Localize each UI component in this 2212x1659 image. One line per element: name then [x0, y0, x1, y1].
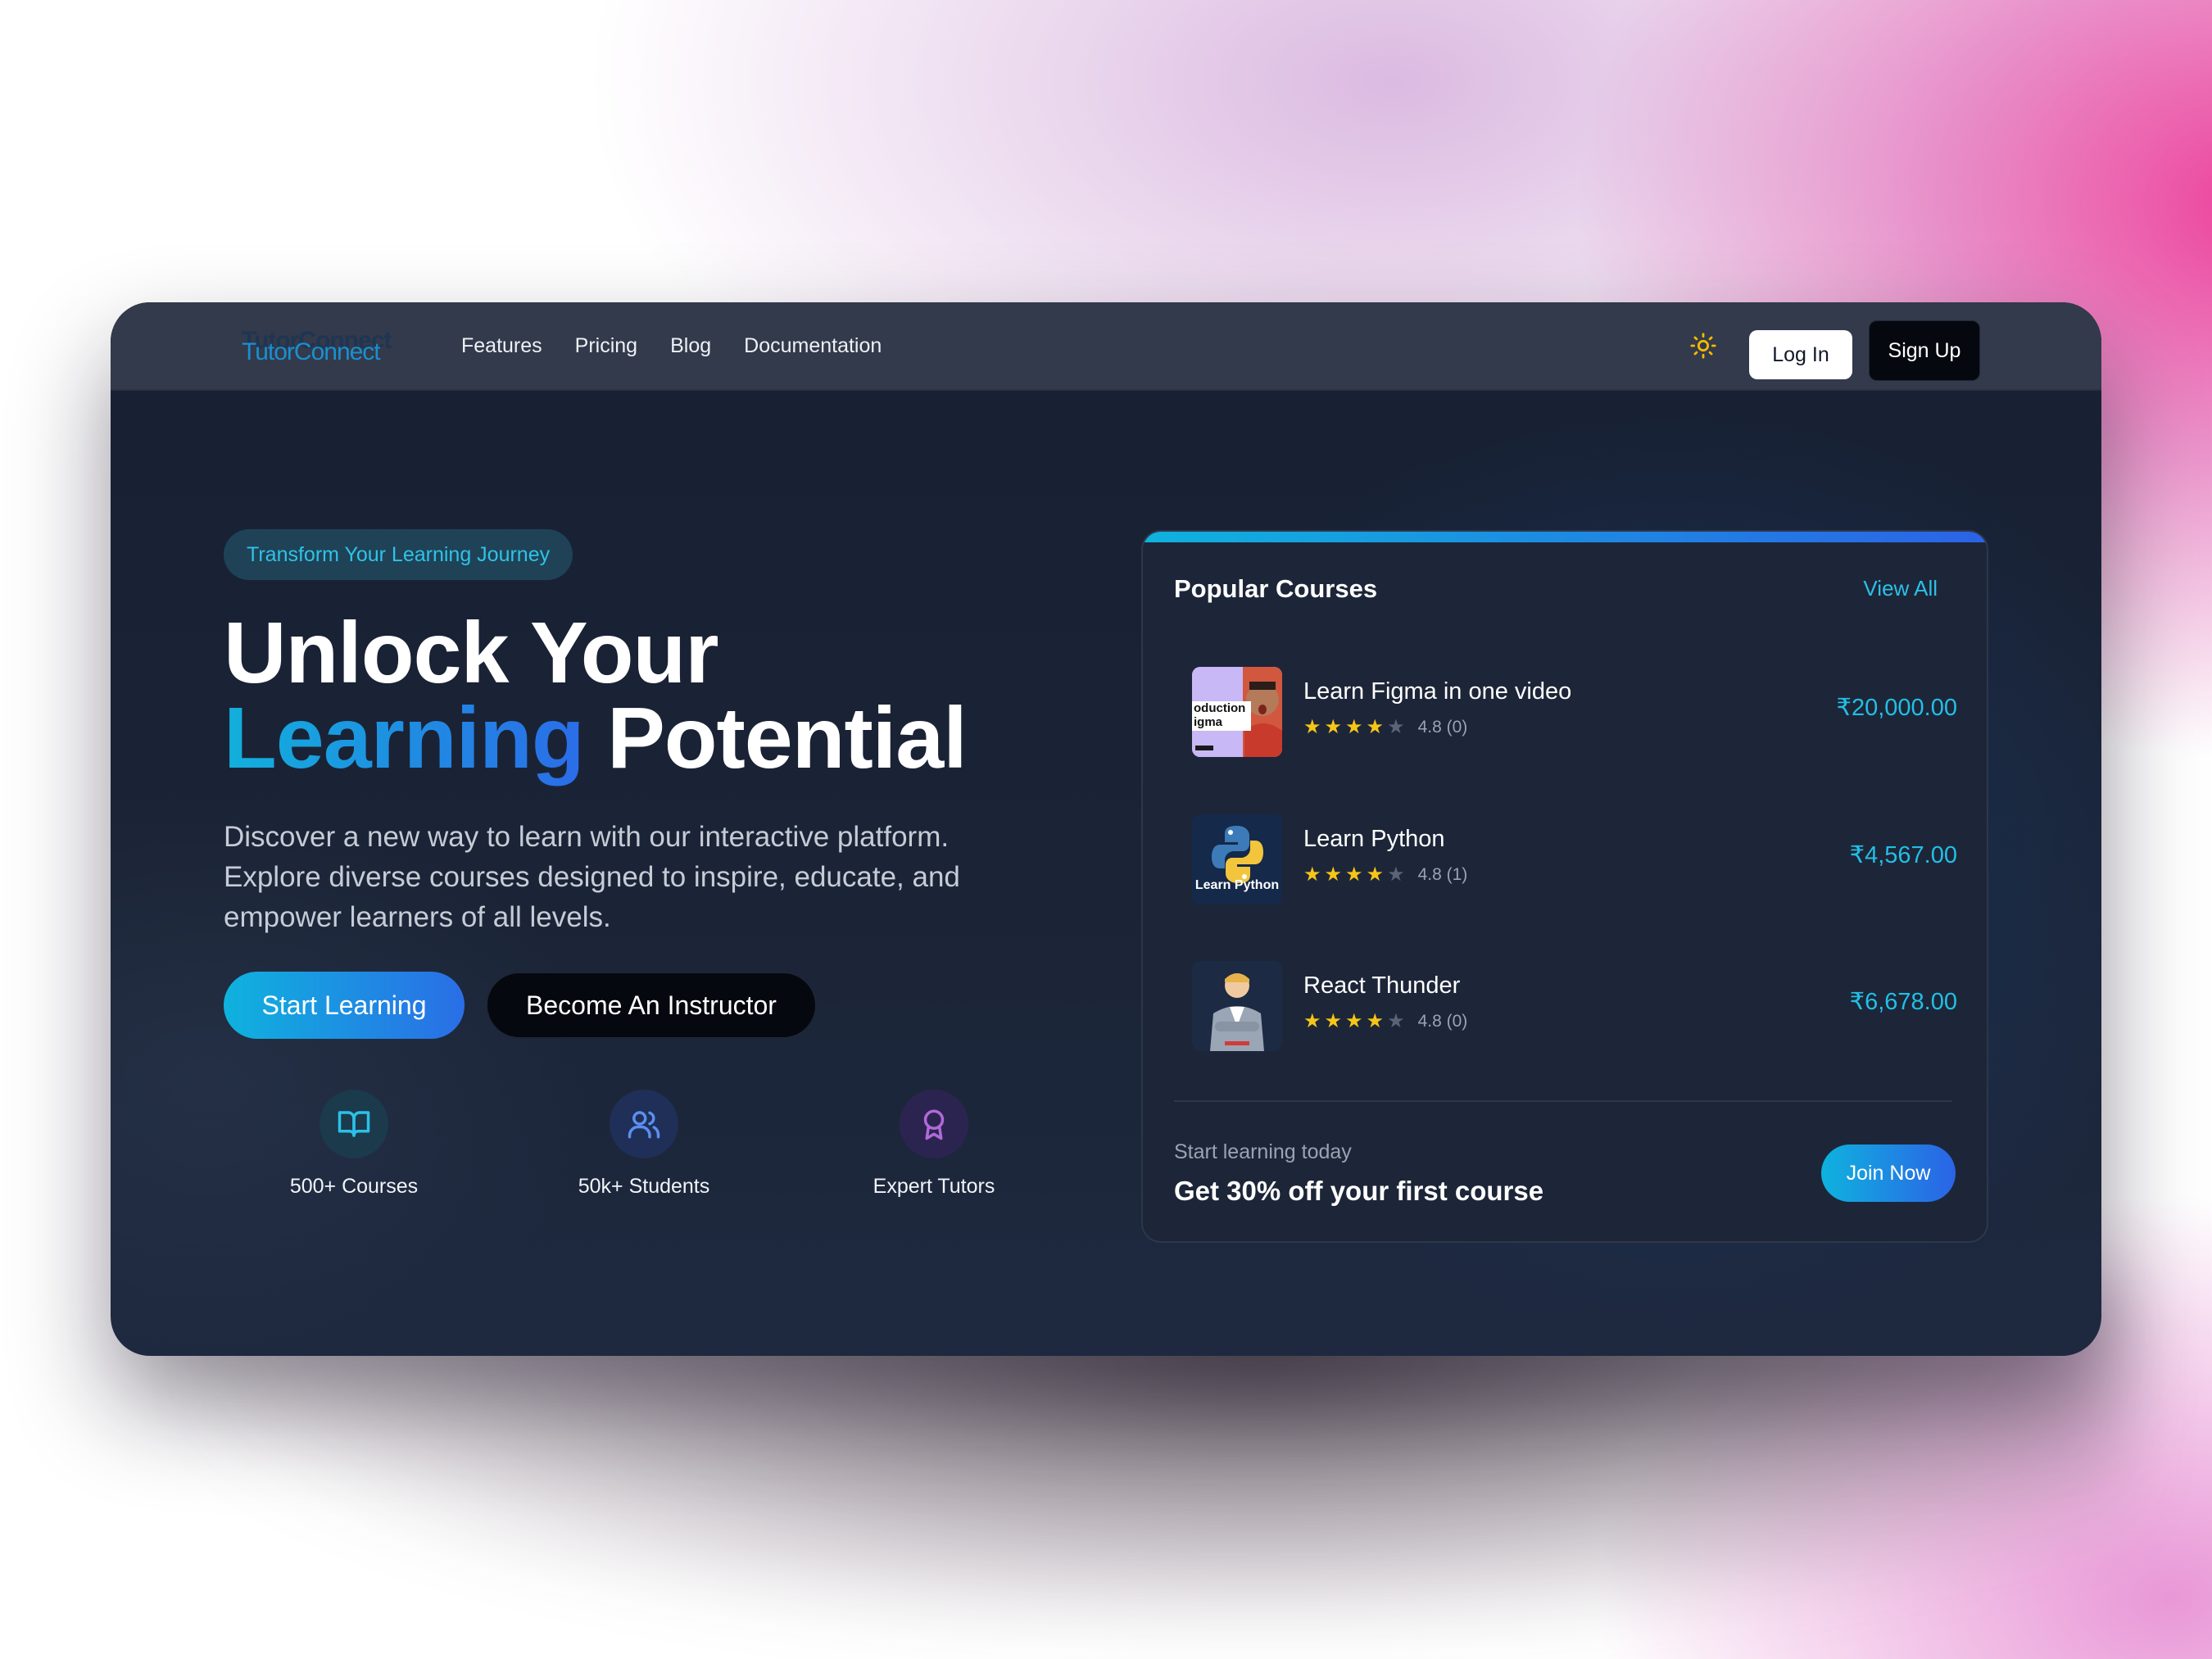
course-thumbnail	[1192, 961, 1282, 1051]
star-icon: ★	[1303, 716, 1321, 738]
star-icon: ★	[1324, 716, 1343, 738]
view-all-link[interactable]: View All	[1863, 576, 1938, 601]
star-icon: ★	[1345, 863, 1363, 886]
course-name: React Thunder	[1303, 972, 1461, 999]
theme-toggle-button[interactable]	[1684, 326, 1723, 365]
rating-text: 4.8 (1)	[1417, 865, 1468, 884]
star-empty-icon: ★	[1387, 863, 1405, 886]
course-item[interactable]: oduction igma Learn Figma in one video ★…	[1174, 652, 1960, 773]
star-icon: ★	[1345, 1010, 1363, 1032]
course-name: Learn Figma in one video	[1303, 678, 1572, 705]
become-instructor-button[interactable]: Become An Instructor	[486, 972, 817, 1039]
star-empty-icon: ★	[1387, 1010, 1405, 1032]
hero-badge: Transform Your Learning Journey	[224, 529, 573, 580]
join-now-button[interactable]: Join Now	[1821, 1145, 1956, 1202]
stat-courses: 500+ Courses	[247, 1090, 460, 1199]
sun-icon	[1690, 333, 1716, 359]
card-divider	[1174, 1100, 1952, 1102]
nav-link-documentation[interactable]: Documentation	[744, 334, 882, 358]
stat-icon-wrap	[610, 1090, 678, 1158]
users-icon	[628, 1111, 660, 1139]
rating-text: 4.8 (0)	[1417, 1012, 1468, 1031]
nav-link-pricing[interactable]: Pricing	[575, 334, 637, 358]
star-icon: ★	[1366, 863, 1385, 886]
stat-students: 50k+ Students	[537, 1090, 750, 1199]
course-name: Learn Python	[1303, 826, 1445, 852]
headline-highlight: Learning	[224, 690, 585, 786]
popular-courses-card: Popular Courses View All oduction igma L…	[1141, 530, 1988, 1243]
nav-links: Features Pricing Blog Documentation	[461, 302, 882, 389]
star-icon: ★	[1345, 716, 1363, 738]
login-button[interactable]: Log In	[1749, 330, 1852, 379]
stat-icon-wrap	[900, 1090, 968, 1158]
award-icon	[923, 1109, 945, 1140]
nav-link-blog[interactable]: Blog	[670, 334, 711, 358]
nav-link-features[interactable]: Features	[461, 334, 542, 358]
star-icon: ★	[1303, 1010, 1321, 1032]
card-title: Popular Courses	[1174, 574, 1378, 603]
headline-line1: Unlock Your	[224, 605, 719, 701]
thumb-caption: Learn Python	[1194, 878, 1280, 892]
stat-label: 500+ Courses	[289, 1175, 419, 1198]
star-empty-icon: ★	[1387, 716, 1405, 738]
course-rating: ★ ★ ★ ★ ★ 4.8 (1)	[1303, 865, 1467, 885]
logo-text: TutorConnect	[242, 338, 381, 365]
logo[interactable]: TutorConnect TutorConnect	[242, 327, 397, 368]
star-icon: ★	[1366, 1010, 1385, 1032]
promo-title: Get 30% off your first course	[1174, 1176, 1544, 1206]
react-thumbnail-art	[1192, 961, 1282, 1051]
course-price: ₹4,567.00	[1849, 842, 1957, 868]
hero-headline: Unlock Your Learning Potential	[224, 610, 1125, 782]
top-navbar: TutorConnect TutorConnect Features Prici…	[111, 302, 2101, 391]
course-price: ₹6,678.00	[1849, 989, 1957, 1015]
start-learning-button[interactable]: Start Learning	[224, 972, 465, 1039]
card-accent-bar	[1143, 532, 1987, 542]
course-rating: ★ ★ ★ ★ ★ 4.8 (0)	[1303, 1012, 1467, 1031]
course-item[interactable]: React Thunder ★ ★ ★ ★ ★ 4.8 (0) ₹6,678.0…	[1174, 946, 1960, 1067]
star-icon: ★	[1324, 863, 1343, 886]
app-window: TutorConnect TutorConnect Features Prici…	[111, 302, 2101, 1356]
book-open-icon	[338, 1111, 370, 1137]
hero-subtext: Discover a new way to learn with our int…	[224, 821, 960, 933]
thumb-caption: oduction igma	[1194, 701, 1246, 729]
stat-label: Expert Tutors	[873, 1175, 995, 1198]
signup-button[interactable]: Sign Up	[1869, 320, 1980, 381]
star-icon: ★	[1366, 716, 1385, 738]
course-thumbnail: oduction igma	[1192, 667, 1282, 757]
star-icon: ★	[1303, 863, 1321, 886]
course-price: ₹20,000.00	[1836, 695, 1957, 721]
stat-tutors: Expert Tutors	[827, 1090, 1040, 1199]
star-icon: ★	[1324, 1010, 1343, 1032]
headline-rest: Potential	[607, 690, 968, 786]
stat-icon-wrap	[320, 1090, 388, 1158]
rating-text: 4.8 (0)	[1417, 718, 1468, 737]
course-item[interactable]: Learn Python Learn Python ★ ★ ★ ★ ★ 4.8 …	[1174, 800, 1960, 921]
course-rating: ★ ★ ★ ★ ★ 4.8 (0)	[1303, 718, 1467, 737]
promo-subtitle: Start learning today	[1174, 1140, 1352, 1163]
stat-label: 50k+ Students	[578, 1175, 710, 1198]
course-thumbnail: Learn Python	[1192, 814, 1282, 904]
